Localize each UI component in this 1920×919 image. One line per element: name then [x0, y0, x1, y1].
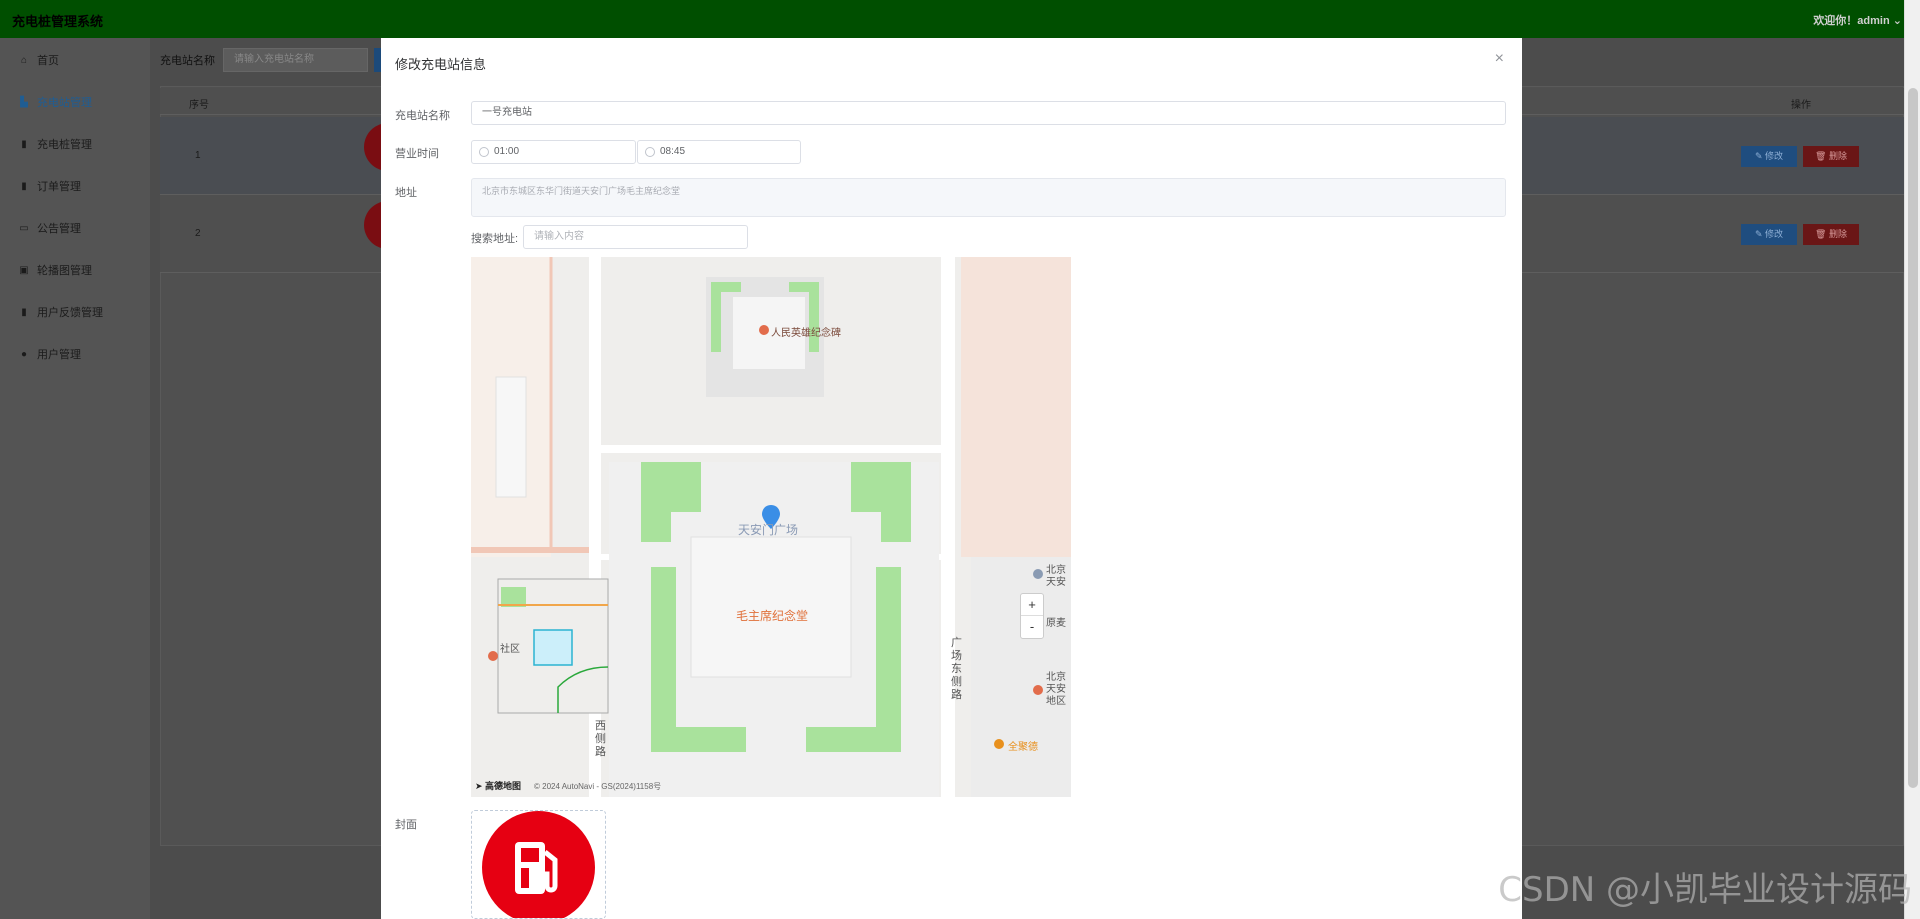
app-title: 充电桩管理系统 — [12, 14, 104, 29]
sidebar-item-orders[interactable]: ▮ 订单管理 — [0, 166, 150, 206]
search-address-input[interactable]: 请输入内容 — [523, 225, 748, 249]
map-view[interactable]: 人民英雄纪念碑 天安门广场 毛主席纪念堂 广场东侧路 西侧路 社区 北京 天安 原… — [471, 257, 1071, 797]
address-textarea[interactable]: 北京市东城区东华门街道天安门广场毛主席纪念堂 — [471, 178, 1506, 217]
close-icon[interactable]: × — [1495, 50, 1504, 68]
map-label-poi2: 原麦 — [1046, 618, 1066, 629]
station-name-input[interactable]: 一号充电站 — [471, 101, 1506, 125]
page-scrollbar[interactable] — [1904, 0, 1920, 919]
open-time-picker[interactable]: 01:00 — [471, 140, 636, 164]
map-label-monument: 人民英雄纪念碑 — [771, 328, 841, 339]
clock-icon — [479, 147, 489, 157]
zoom-out-button[interactable]: - — [1021, 616, 1043, 638]
name-label: 充电站名称 — [395, 110, 450, 122]
bar-chart-icon: ▮ — [21, 306, 27, 318]
sidebar: ⌂ 首页 ▙ 充电站管理 ▮ 充电桩管理 ▮ 订单管理 ▭ 公告管理 ▣ 轮播图管理 ▮ 用户… — [0, 38, 150, 919]
image-icon: ▣ — [19, 264, 29, 276]
map-label-poi1: 北京 天安 — [1046, 565, 1066, 588]
address-label: 地址 — [395, 187, 417, 199]
map-label-poi3: 北京 天安 地区 — [1046, 672, 1066, 707]
search-bar: 充电站名称 请输入充电站名称 — [160, 48, 382, 72]
map-label-square: 天安门广场 — [738, 523, 799, 537]
search-label: 充电站名称 — [160, 55, 215, 67]
search-address-label: 搜索地址: — [471, 233, 519, 245]
home-icon: ⌂ — [20, 54, 28, 66]
sidebar-item-banner[interactable]: ▣ 轮播图管理 — [0, 250, 150, 290]
zoom-in-button[interactable]: + — [1021, 594, 1043, 616]
top-bar: 充电桩管理系统 欢迎你！admin ⌄ — [0, 0, 1920, 38]
map-copyright: © 2024 AutoNavi - GS(2024)1158号 — [534, 782, 662, 791]
bar-chart-icon: ▮ — [21, 138, 27, 150]
welcome-text: 欢迎你！admin — [1813, 15, 1890, 27]
cover-upload[interactable] — [471, 810, 606, 919]
watermark: CSDN @小凯毕业设计源码 — [1498, 870, 1912, 910]
close-time-value: 08:45 — [660, 146, 686, 157]
clock-icon — [645, 147, 655, 157]
map-label-west-road: 西侧路 — [595, 720, 606, 758]
delete-button[interactable]: 🗑 删除 — [1803, 146, 1859, 167]
user-menu[interactable]: 欢迎你！admin ⌄ — [1813, 12, 1902, 28]
map-label-hall: 毛主席纪念堂 — [736, 609, 809, 623]
sidebar-item-home[interactable]: ⌂ 首页 — [0, 40, 150, 80]
dialog-title: 修改充电站信息 — [395, 57, 487, 72]
row-index: 1 — [195, 150, 201, 161]
close-time-picker[interactable]: 08:45 — [637, 140, 801, 164]
monitor-icon: ▭ — [19, 222, 29, 234]
search-input[interactable]: 请输入充电站名称 — [223, 48, 368, 72]
bar-chart-icon: ▮ — [21, 180, 27, 192]
scrollbar-thumb[interactable] — [1908, 88, 1918, 788]
header-ops: 操作 — [1791, 100, 1811, 111]
delete-button[interactable]: 🗑 删除 — [1803, 224, 1859, 245]
map-label-east-road: 广场东侧路 — [951, 637, 962, 701]
station-icon: ▙ — [20, 96, 28, 108]
cover-label: 封面 — [395, 819, 417, 831]
sidebar-item-notice[interactable]: ▭ 公告管理 — [0, 208, 150, 248]
fuel-pump-icon — [514, 841, 557, 894]
edit-button[interactable]: ✎ 修改 — [1741, 224, 1797, 245]
open-time-value: 01:00 — [494, 146, 520, 157]
map-label-community: 社区 — [500, 644, 520, 655]
map-label-poi4: 全聚德 — [1008, 742, 1038, 753]
amap-logo: ➤ 高德地图 — [475, 781, 522, 791]
sidebar-item-users[interactable]: ● 用户管理 — [0, 334, 150, 374]
sidebar-item-station[interactable]: ▙ 充电站管理 — [0, 82, 150, 122]
row-index: 2 — [195, 228, 201, 239]
cover-image — [482, 811, 595, 918]
user-icon: ● — [20, 348, 28, 360]
hours-label: 营业时间 — [395, 148, 439, 160]
sidebar-item-pile[interactable]: ▮ 充电桩管理 — [0, 124, 150, 164]
map-zoom-control: + - — [1020, 593, 1044, 639]
edit-button[interactable]: ✎ 修改 — [1741, 146, 1797, 167]
sidebar-item-feedback[interactable]: ▮ 用户反馈管理 — [0, 292, 150, 332]
header-index: 序号 — [189, 100, 209, 111]
